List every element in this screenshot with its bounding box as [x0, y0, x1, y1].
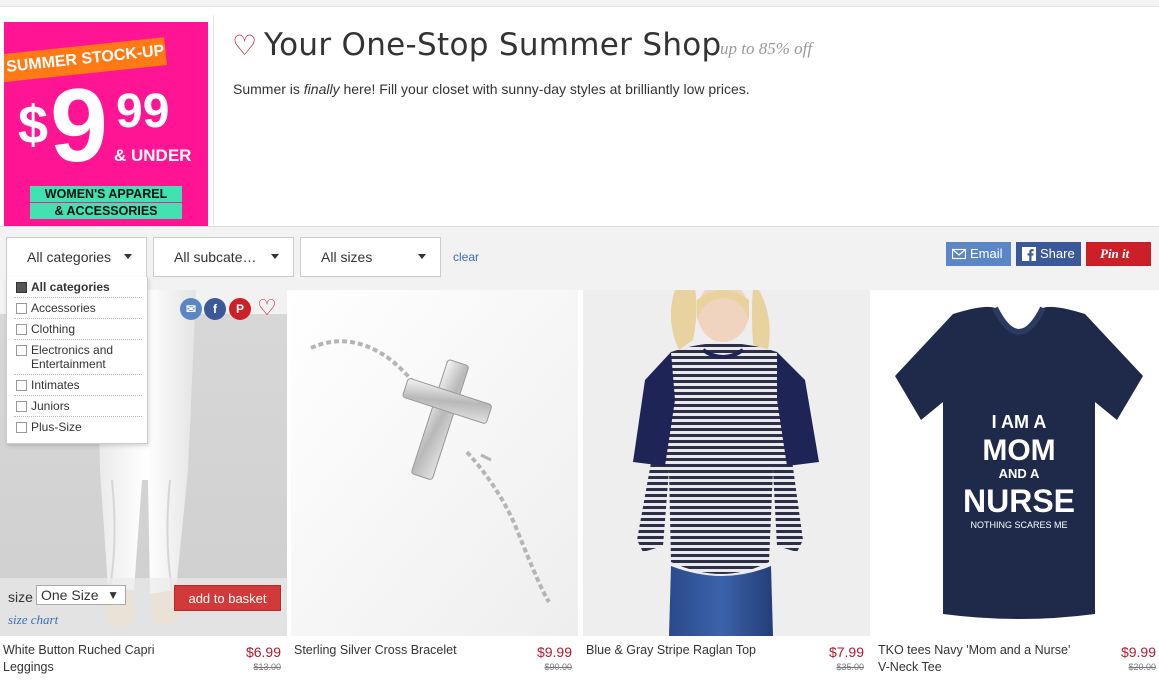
- category-option-label: Electronics and Entertainment: [31, 343, 114, 371]
- product-image[interactable]: [583, 290, 870, 636]
- tshirt-photo: I AM A MOM AND A NURSE NOTHING SCARES ME: [875, 290, 1159, 636]
- checkbox-icon[interactable]: [16, 282, 27, 293]
- product-name[interactable]: White Button Ruched Capri Leggings: [3, 642, 203, 676]
- category-option[interactable]: Intimates: [14, 375, 142, 396]
- category-option[interactable]: Plus-Size: [14, 417, 142, 437]
- clear-filters-link[interactable]: clear: [453, 250, 479, 264]
- product-original-price: $90.00: [544, 662, 572, 672]
- filter-bar: All categories All subcate… All sizes cl…: [0, 226, 1159, 290]
- promo-price: 9: [50, 68, 108, 184]
- category-option-label: Plus-Size: [31, 420, 82, 434]
- product-price: $9.99: [1120, 644, 1156, 660]
- chevron-down-icon: [271, 254, 279, 259]
- size-dropdown[interactable]: All sizes: [300, 237, 441, 277]
- facebook-share-button[interactable]: Share: [1016, 242, 1081, 266]
- checkbox-icon[interactable]: [16, 422, 27, 433]
- heart-icon[interactable]: ♡: [232, 29, 257, 62]
- desc-emphasis: finally: [303, 81, 340, 97]
- checkbox-icon[interactable]: [16, 380, 27, 391]
- promo-dollar: $: [18, 95, 49, 155]
- size-select-value: One Size: [41, 587, 99, 603]
- shirt-text-line4: NURSE: [963, 483, 1075, 519]
- email-share-button[interactable]: Email: [946, 242, 1011, 266]
- pinterest-icon[interactable]: P: [229, 298, 251, 320]
- checkbox-icon[interactable]: [16, 345, 27, 356]
- shirt-text-line2: MOM: [982, 434, 1055, 467]
- size-label: size: [8, 589, 33, 605]
- promo-label-line1: WOMEN'S APPAREL: [30, 186, 182, 202]
- pinterest-pin-label: Pin it: [1100, 246, 1130, 261]
- category-option-label: Juniors: [31, 399, 70, 413]
- triangle-down-icon: ▼: [107, 588, 119, 602]
- category-option[interactable]: Clothing: [14, 319, 142, 340]
- product-grid: ✉ f P ♡ size One Size ▼ add to basket si…: [0, 290, 1159, 690]
- facebook-icon: [1022, 247, 1036, 261]
- pinterest-pin-button[interactable]: Pin it: [1086, 242, 1151, 266]
- envelope-icon: [952, 248, 966, 260]
- bracelet-photo: [291, 290, 578, 636]
- promo-graphic[interactable]: SUMMER STOCK-UP $ 9 99 & UNDER WOMEN'S A…: [0, 15, 214, 229]
- category-option[interactable]: Accessories: [14, 298, 142, 319]
- chevron-down-icon: [418, 254, 426, 259]
- category-option[interactable]: Juniors: [14, 396, 142, 417]
- category-dropdown[interactable]: All categories: [6, 237, 147, 279]
- desc-before: Summer is: [233, 81, 304, 97]
- shirt-text-line1: I AM A: [992, 412, 1047, 432]
- email-icon[interactable]: ✉: [180, 298, 202, 320]
- size-chart-link[interactable]: size chart: [8, 612, 58, 628]
- product-price: $7.99: [828, 644, 864, 660]
- category-option-label: Clothing: [31, 322, 76, 336]
- subcategory-dropdown[interactable]: All subcate…: [153, 237, 294, 277]
- product-original-price: $13.00: [253, 662, 281, 672]
- discount-text: up to 85% off: [720, 39, 813, 58]
- checkbox-icon[interactable]: [16, 324, 27, 335]
- product-price: $6.99: [245, 644, 281, 660]
- promo-under: & UNDER: [114, 146, 192, 165]
- product-card[interactable]: Sterling Silver Cross Bracelet $9.99 $90…: [291, 290, 578, 690]
- facebook-share-label: Share: [1040, 246, 1075, 261]
- size-select[interactable]: One Size ▼: [36, 585, 126, 605]
- category-option-label: All categories: [31, 280, 110, 294]
- top-strip: [0, 0, 1159, 7]
- facebook-icon[interactable]: f: [204, 298, 226, 320]
- page-title: Your One-Stop Summer Shop: [264, 27, 722, 63]
- product-name[interactable]: Sterling Silver Cross Bracelet: [294, 642, 494, 659]
- product-original-price: $35.00: [836, 662, 864, 672]
- promo-cents: 99: [116, 85, 170, 138]
- shirt-text-line3: AND A: [999, 466, 1040, 481]
- checkbox-icon[interactable]: [16, 401, 27, 412]
- chevron-down-icon: [124, 254, 132, 259]
- product-name[interactable]: Blue & Gray Stripe Raglan Top: [586, 642, 786, 659]
- category-option[interactable]: All categories: [14, 277, 142, 298]
- product-price: $9.99: [536, 644, 572, 660]
- size-dropdown-value: All sizes: [321, 249, 373, 265]
- promo-banner: SUMMER STOCK-UP $ 9 99 & UNDER WOMEN'S A…: [0, 7, 1159, 229]
- promo-label-line2: & ACCESSORIES: [30, 203, 182, 219]
- raglan-top-photo: [583, 290, 870, 636]
- category-option-label: Intimates: [31, 378, 80, 392]
- product-original-price: $20.00: [1128, 662, 1156, 672]
- promo-badge: SUMMER STOCK-UP $ 9 99 & UNDER WOMEN'S A…: [4, 22, 208, 226]
- product-image[interactable]: I AM A MOM AND A NURSE NOTHING SCARES ME: [875, 290, 1159, 636]
- product-name[interactable]: TKO tees Navy 'Mom and a Nurse' V-Neck T…: [878, 642, 1078, 676]
- category-dropdown-value: All categories: [27, 249, 112, 265]
- category-dropdown-menu: All categories Accessories Clothing Electro…: [6, 277, 148, 444]
- checkbox-icon[interactable]: [16, 303, 27, 314]
- email-share-label: Email: [970, 246, 1003, 261]
- promo-label: WOMEN'S APPAREL & ACCESSORIES: [30, 185, 182, 220]
- category-option-label: Accessories: [31, 301, 96, 315]
- page-description: Summer is finally here! Fill your closet…: [233, 81, 750, 97]
- desc-after: here! Fill your closet with sunny-day st…: [339, 81, 750, 97]
- category-option[interactable]: Electronics and Entertainment: [14, 340, 142, 375]
- product-card[interactable]: Blue & Gray Stripe Raglan Top $7.99 $35.…: [583, 290, 870, 690]
- quick-buy-panel: size One Size ▼ add to basket size chart: [0, 578, 287, 636]
- product-image[interactable]: [291, 290, 578, 636]
- shirt-text-line5: NOTHING SCARES ME: [970, 520, 1067, 530]
- product-card[interactable]: I AM A MOM AND A NURSE NOTHING SCARES ME…: [875, 290, 1159, 690]
- heart-icon[interactable]: ♡: [256, 297, 278, 320]
- subcategory-dropdown-value: All subcate…: [174, 249, 257, 265]
- add-to-basket-button[interactable]: add to basket: [174, 585, 281, 611]
